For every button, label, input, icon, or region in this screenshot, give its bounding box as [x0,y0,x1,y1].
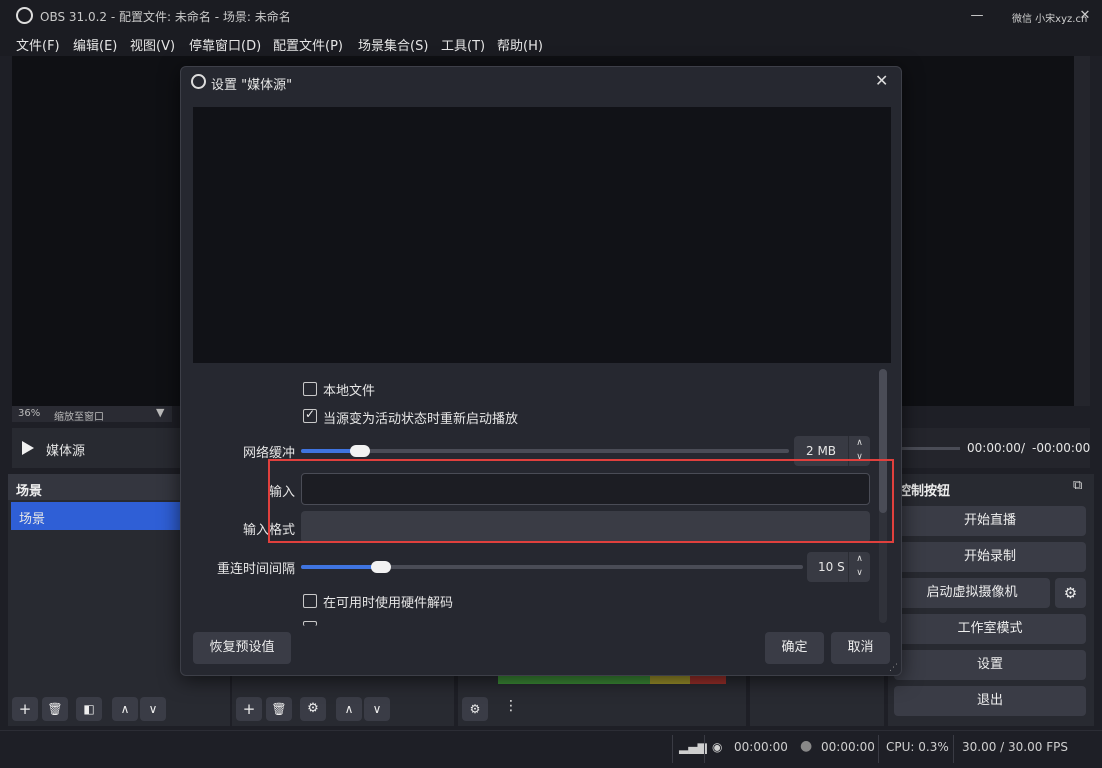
resize-grip-icon[interactable]: ⋰ [889,663,898,673]
exit-button[interactable]: 退出 [894,686,1086,716]
dialog-close-button[interactable]: ✕ [875,71,888,90]
media-source-properties-dialog: 设置 "媒体源" ✕ 本地文件 当源变为活动状态时重新启动播放 网络缓冲 2 M… [180,66,902,676]
obs-logo-icon [191,74,206,89]
ok-button[interactable]: 确定 [765,632,824,664]
preview-scrollbar[interactable] [1074,56,1090,406]
status-separator [878,735,879,763]
reconnect-delay-slider-fill [301,565,381,569]
status-separator [953,735,954,763]
menu-scene-collection[interactable]: 场景集合(S) [358,35,428,54]
chevron-down-icon[interactable]: ▼ [156,406,164,419]
menu-edit[interactable]: 编辑(E) [73,35,117,54]
zoom-label: 缩放至窗口 [54,412,104,423]
status-separator [704,735,705,763]
menu-file[interactable]: 文件(F) [16,35,60,54]
chevron-up-icon[interactable]: ∧ [336,697,362,721]
media-time-bar: 00:00:00 / -00:00:00 [900,428,1090,468]
audio-meter-yellow [650,676,690,684]
chevron-down-icon[interactable]: ∨ [140,697,166,721]
restart-playback-label: 当源变为活动状态时重新启动播放 [323,412,519,427]
sources-dock: + 🗑 ⚙ ∧ ∨ [232,676,454,726]
broadcast-icon: ◉ [712,740,723,754]
zoom-bar[interactable]: 36% 缩放至窗口 ▼ [12,406,172,423]
stream-time: 00:00:00 [734,740,788,754]
network-buffer-slider-handle[interactable] [350,445,370,457]
add-source-button[interactable]: + [236,697,262,721]
local-file-checkbox[interactable] [303,382,317,396]
audio-meter-green [498,676,650,684]
status-bar: ▂▄▆ ◉ 00:00:00 ● 00:00:00 CPU: 0.3% 30.0… [0,730,1102,768]
title-bar: OBS 31.0.2 - 配置文件: 未命名 - 场景: 未命名 微信 小宋xy… [0,0,1102,32]
reconnect-delay-spinbox[interactable]: 10 S ∧ ∨ [807,552,870,582]
media-seek-track[interactable] [900,447,960,450]
signal-icon: ▂▄▆ [679,740,707,754]
dialog-title: 设置 "媒体源" [211,78,293,93]
source-preview [193,107,891,363]
record-icon: ● [800,738,813,754]
audio-mixer-dock: ⚙ ⋮ [458,676,746,726]
hw-decode-checkbox[interactable] [303,594,317,608]
trash-icon[interactable]: 🗑 [266,697,292,721]
start-streaming-button[interactable]: 开始直播 [894,506,1086,536]
media-time-remaining: -00:00:00 [1032,441,1091,455]
local-file-label: 本地文件 [323,384,376,399]
reconnect-delay-value: 10 S [818,560,845,574]
add-scene-button[interactable]: + [12,697,38,721]
window-title: OBS 31.0.2 - 配置文件: 未命名 - 场景: 未命名 [40,10,291,24]
restore-defaults-button[interactable]: 恢复预设值 [193,632,291,664]
settings-button[interactable]: 设置 [894,650,1086,680]
close-window-button[interactable]: ✕ [1068,4,1102,28]
audio-meter-red [690,676,726,684]
cpu-usage: CPU: 0.3% [886,740,949,754]
gear-icon[interactable]: ⚙ [1055,578,1086,608]
zoom-percent: 36% [18,408,41,419]
reconnect-delay-label: 重连时间间隔 [216,562,295,577]
controls-dock-title: 控制按钮 [898,484,951,499]
play-icon[interactable] [22,441,34,455]
network-buffer-value: 2 MB [806,444,837,458]
restart-playback-checkbox[interactable] [303,407,317,423]
start-virtual-camera-button[interactable]: 启动虚拟摄像机 [894,578,1050,608]
gear-icon[interactable]: ⚙ [300,697,326,721]
gear-icon[interactable]: ⚙ [462,697,488,721]
trash-icon[interactable]: 🗑 [42,697,68,721]
filters-icon[interactable]: ◧ [76,697,102,721]
menu-tools[interactable]: 工具(T) [441,35,485,54]
media-controls: 媒体源 [12,428,182,468]
menu-profile[interactable]: 配置文件(P) [273,35,343,54]
media-time-current: 00:00:00 [967,441,1021,455]
reconnect-delay-slider-handle[interactable] [371,561,391,573]
reconnect-delay-slider[interactable] [301,561,803,573]
transitions-dock [750,676,884,726]
next-option-checkbox[interactable] [303,621,317,626]
start-recording-button[interactable]: 开始录制 [894,542,1086,572]
more-icon[interactable]: ⋮ [504,698,518,714]
obs-logo-icon [16,7,33,24]
studio-mode-button[interactable]: 工作室模式 [894,614,1086,644]
fps-readout: 30.00 / 30.00 FPS [962,740,1068,754]
menu-view[interactable]: 视图(V) [130,35,175,54]
media-time-sep: / [1021,441,1026,455]
menu-bar: 文件(F) 编辑(E) 视图(V) 停靠窗口(D) 配置文件(P) 场景集合(S… [0,32,1102,56]
media-source-name: 媒体源 [46,444,86,459]
highlight-box [268,459,894,543]
hw-decode-label: 在可用时使用硬件解码 [323,596,454,611]
minimize-button[interactable]: — [960,4,994,28]
menu-docks[interactable]: 停靠窗口(D) [189,35,261,54]
status-separator [672,735,673,763]
scene-item[interactable]: 场景 [11,502,181,530]
menu-help[interactable]: 帮助(H) [497,35,543,54]
network-buffer-slider[interactable] [301,445,789,457]
chevron-down-icon[interactable]: ∨ [364,697,390,721]
undock-icon[interactable]: ⧉ [1073,478,1082,493]
chevron-up-icon[interactable]: ∧ [112,697,138,721]
record-time: 00:00:00 [821,740,875,754]
cancel-button[interactable]: 取消 [831,632,890,664]
spin-arrows[interactable]: ∧ ∨ [848,552,870,582]
